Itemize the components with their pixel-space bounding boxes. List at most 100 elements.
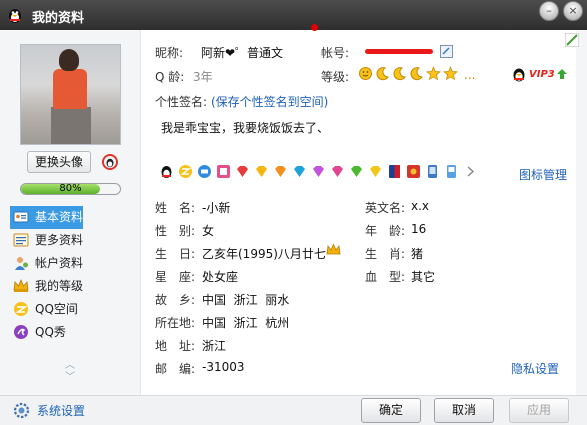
field-label-zip: 邮 编: bbox=[155, 362, 196, 376]
account-redacted bbox=[365, 49, 433, 54]
title-bar[interactable]: 我的资料 – × bbox=[0, 0, 587, 30]
sidebar-item-label: 我的等级 bbox=[35, 279, 84, 293]
sidebar-item-label: QQ秀 bbox=[35, 325, 66, 339]
field-value-age[interactable]: 16 bbox=[411, 222, 426, 236]
field-value-gender[interactable]: 女 bbox=[202, 222, 214, 239]
sidebar-item-label: QQ空间 bbox=[35, 302, 78, 316]
sidebar-item-qzone[interactable]: QQ空间 bbox=[10, 298, 138, 321]
moon-icon bbox=[376, 67, 389, 81]
star-icon bbox=[426, 66, 441, 81]
profile-window: 我的资料 – × 更换头像 80% 基本资料 更多资料 帐户资料 我的等级 QQ… bbox=[0, 0, 587, 425]
qq-penguin-icon[interactable] bbox=[159, 164, 174, 179]
field-label-name: 姓 名: bbox=[155, 201, 196, 215]
gem-icon[interactable] bbox=[349, 164, 364, 179]
sidebar-item-label: 更多资料 bbox=[35, 233, 84, 247]
gem-icon[interactable] bbox=[311, 164, 326, 179]
vip-badge[interactable]: VIP3 bbox=[529, 69, 555, 80]
field-label-hometown: 故 乡: bbox=[155, 293, 196, 307]
music-icon[interactable] bbox=[444, 164, 459, 179]
field-label-location: 所在地: bbox=[155, 316, 196, 330]
save-signature-link[interactable]: (保存个性签名到空间) bbox=[211, 93, 328, 110]
field-value-blood-type[interactable]: 其它 bbox=[411, 268, 435, 285]
gem-icon[interactable] bbox=[368, 164, 383, 179]
gem-icon[interactable] bbox=[254, 164, 269, 179]
signature-label: 个性签名: bbox=[155, 95, 208, 109]
apply-button[interactable]: 应用 bbox=[509, 398, 569, 423]
sidebar-item-basic-info[interactable]: 基本资料 bbox=[10, 206, 83, 229]
sidebar-item-qqshow[interactable]: QQ秀 bbox=[10, 321, 138, 344]
scroll-up-icon[interactable]: ︿ bbox=[62, 360, 78, 372]
star-icon bbox=[443, 66, 458, 81]
moon-icon bbox=[393, 67, 406, 81]
service-icons-row bbox=[159, 164, 478, 182]
edit-icon[interactable] bbox=[440, 45, 453, 58]
field-value-address[interactable]: 浙江 bbox=[202, 337, 226, 354]
gem-icon[interactable] bbox=[235, 164, 250, 179]
sidebar-item-label: 帐户资料 bbox=[35, 256, 84, 270]
field-value-zodiac[interactable]: 猪 bbox=[411, 245, 423, 262]
user-icon bbox=[15, 257, 28, 270]
field-value-location[interactable]: 中国 浙江 杭州 bbox=[202, 314, 289, 331]
sidebar-scroll[interactable]: ︿ ﹀ bbox=[62, 360, 78, 384]
ok-button[interactable]: 确定 bbox=[361, 398, 421, 423]
gift-icon[interactable] bbox=[406, 164, 421, 179]
arrow-up-icon bbox=[557, 69, 567, 79]
nickname-label: 昵称: bbox=[155, 46, 184, 60]
sidebar-item-more-info[interactable]: 更多资料 bbox=[10, 229, 138, 252]
field-value-english-name[interactable]: x.x bbox=[411, 199, 429, 213]
system-settings-link[interactable]: 系统设置 bbox=[37, 402, 85, 419]
qq-penguin-icon bbox=[513, 68, 525, 82]
more-icon[interactable] bbox=[463, 164, 478, 179]
card-icon bbox=[13, 211, 29, 223]
privacy-settings-link[interactable]: 隐私设置 bbox=[511, 360, 559, 377]
pai-icon[interactable] bbox=[197, 164, 212, 179]
edit-corner-icon[interactable] bbox=[565, 33, 579, 47]
field-value-constellation[interactable]: 处女座 bbox=[202, 268, 238, 285]
signature-text[interactable]: 我是乖宝宝，我要烧饭饭去了、 bbox=[161, 119, 329, 136]
nickname-value: 阿新❤゜普通文 bbox=[201, 46, 284, 60]
level-label: 等级: bbox=[321, 70, 350, 84]
sun-icon bbox=[359, 67, 372, 80]
field-label-age: 年 龄: bbox=[365, 224, 406, 238]
sidebar-item-label: 基本资料 bbox=[35, 210, 84, 224]
crown-icon bbox=[326, 243, 341, 255]
qage-label: Q 龄: bbox=[155, 70, 185, 84]
field-value-birthday[interactable]: 乙亥年(1995)八月廿七 bbox=[202, 245, 326, 262]
field-label-english-name: 英文名: bbox=[365, 201, 406, 215]
progress-label: 80% bbox=[59, 183, 82, 194]
qzone-icon[interactable] bbox=[178, 164, 193, 179]
minimize-button[interactable]: – bbox=[539, 1, 559, 21]
field-label-birthday: 生 日: bbox=[155, 247, 196, 261]
change-avatar-button[interactable]: 更换头像 bbox=[27, 151, 91, 173]
qq-status-icon[interactable] bbox=[100, 152, 120, 172]
phone-icon[interactable] bbox=[425, 164, 440, 179]
sidebar: 更换头像 80% 基本资料 更多资料 帐户资料 我的等级 QQ空间 QQ秀 ︿ … bbox=[0, 30, 141, 395]
qage-value: 3年 bbox=[193, 70, 213, 84]
sidebar-nav: 基本资料 更多资料 帐户资料 我的等级 QQ空间 QQ秀 bbox=[10, 206, 138, 344]
close-button[interactable]: × bbox=[563, 1, 583, 21]
gem-icon[interactable] bbox=[292, 164, 307, 179]
gem-icon[interactable] bbox=[330, 164, 345, 179]
field-value-name[interactable]: -小新 bbox=[202, 199, 230, 216]
nba-icon[interactable] bbox=[387, 164, 402, 179]
qqshow-icon bbox=[14, 325, 28, 339]
field-label-address: 地 址: bbox=[155, 339, 196, 353]
field-value-zip[interactable]: -31003 bbox=[202, 360, 245, 374]
scroll-down-icon[interactable]: ﹀ bbox=[62, 372, 78, 384]
qzone-icon bbox=[14, 302, 28, 316]
sidebar-item-my-level[interactable]: 我的等级 bbox=[10, 275, 138, 298]
moon-icon bbox=[410, 67, 423, 81]
avatar[interactable] bbox=[20, 44, 121, 145]
cancel-button[interactable]: 取消 bbox=[434, 398, 494, 423]
field-label-constellation: 星 座: bbox=[155, 270, 196, 284]
level-icons[interactable] bbox=[358, 66, 458, 81]
field-value-hometown[interactable]: 中国 浙江 丽水 bbox=[202, 291, 289, 308]
notification-dot bbox=[311, 24, 318, 31]
field-label-zodiac: 生 肖: bbox=[365, 247, 406, 261]
list-icon bbox=[13, 233, 29, 247]
sidebar-item-account-info[interactable]: 帐户资料 bbox=[10, 252, 138, 275]
gem-icon[interactable] bbox=[273, 164, 288, 179]
gear-icon[interactable] bbox=[13, 402, 30, 419]
icon-manage-link[interactable]: 图标管理 bbox=[519, 166, 567, 183]
tuan-icon[interactable] bbox=[216, 164, 231, 179]
